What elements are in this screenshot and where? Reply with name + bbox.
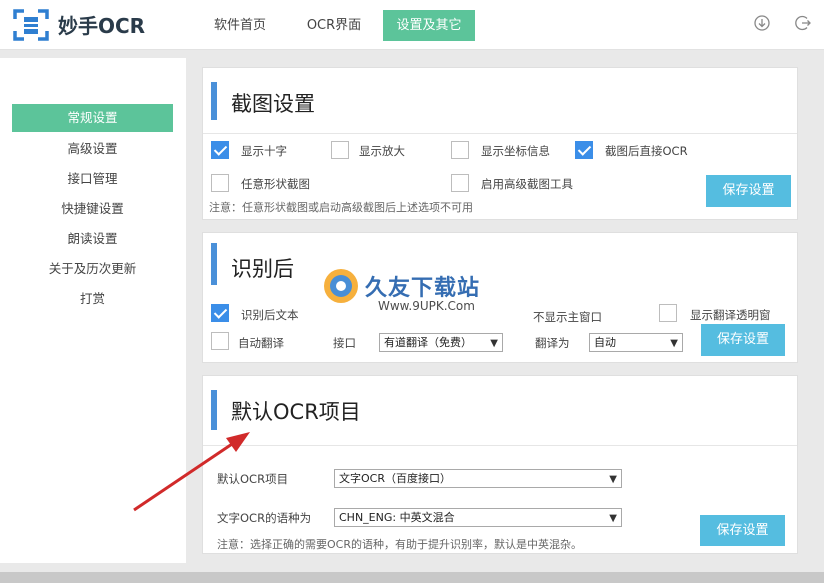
ocr-language-note: 注意：选择正确的需要OCR的语种，有助于提升识别率，默认是中英混杂。 bbox=[217, 538, 582, 551]
show-magnifier-label: 显示放大 bbox=[359, 144, 405, 158]
hide-main-window-label: 不显示主窗口 bbox=[533, 310, 602, 324]
freeform-capture-label: 任意形状截图 bbox=[241, 177, 310, 191]
watermark-logo-icon bbox=[324, 269, 358, 303]
panel-title: 默认OCR项目 bbox=[231, 400, 361, 424]
watermark-text: 久友下载站 bbox=[365, 276, 481, 301]
sidebar-item-reading[interactable]: 朗读设置 bbox=[12, 225, 173, 253]
screenshot-note: 注意：任意形状截图或启动高级截图后上述选项不可用 bbox=[209, 201, 473, 214]
app-logo-icon bbox=[13, 9, 49, 41]
text-after-recognition-label: 识别后文本 bbox=[241, 308, 299, 322]
panel-accent-bar bbox=[211, 243, 217, 285]
translate-to-value: 自动 bbox=[594, 336, 616, 349]
screenshot-settings-panel: 截图设置 显示十字 显示放大 显示坐标信息 截图后直接OCR 任意形状截图 启用… bbox=[202, 67, 798, 220]
translation-interface-select[interactable]: 有道翻译（免费） ▼ bbox=[379, 333, 503, 352]
panel-header: 默认OCR项目 bbox=[203, 376, 797, 446]
show-crosshair-label: 显示十字 bbox=[241, 144, 287, 158]
watermark-url: Www.9UPK.Com bbox=[378, 299, 475, 313]
translate-to-select[interactable]: 自动 ▼ bbox=[589, 333, 683, 352]
sidebar-item-hotkeys[interactable]: 快捷键设置 bbox=[12, 195, 173, 223]
advanced-capture-tool-checkbox[interactable] bbox=[451, 174, 469, 192]
text-after-recognition-checkbox[interactable] bbox=[211, 304, 229, 322]
window-bottom-edge bbox=[0, 572, 824, 583]
panel-header: 截图设置 bbox=[203, 68, 797, 134]
auto-translate-checkbox[interactable] bbox=[211, 332, 229, 350]
top-header: 妙手OCR 软件首页 OCR界面 设置及其它 bbox=[0, 0, 824, 50]
save-ocr-settings-button[interactable]: 保存设置 bbox=[700, 515, 785, 546]
translate-to-label: 翻译为 bbox=[535, 336, 570, 350]
default-ocr-select[interactable]: 文字OCR（百度接口） ▼ bbox=[334, 469, 622, 488]
ocr-language-select[interactable]: CHN_ENG: 中英文混合 ▼ bbox=[334, 508, 622, 527]
chevron-down-icon: ▼ bbox=[609, 513, 617, 524]
show-translation-window-checkbox[interactable] bbox=[659, 304, 677, 322]
show-coordinates-label: 显示坐标信息 bbox=[481, 144, 550, 158]
app-title: 妙手OCR bbox=[58, 14, 146, 38]
chevron-down-icon: ▼ bbox=[670, 338, 678, 349]
sidebar-item-about[interactable]: 关于及历次更新 bbox=[12, 255, 173, 283]
exit-icon[interactable] bbox=[794, 14, 812, 32]
download-icon[interactable] bbox=[753, 14, 771, 32]
annotation-arrow-icon bbox=[133, 432, 250, 512]
save-screenshot-settings-button[interactable]: 保存设置 bbox=[706, 175, 791, 207]
show-magnifier-checkbox[interactable] bbox=[331, 141, 349, 159]
save-after-settings-button[interactable]: 保存设置 bbox=[701, 324, 785, 356]
auto-translate-label: 自动翻译 bbox=[238, 336, 284, 350]
sidebar-item-advanced[interactable]: 高级设置 bbox=[12, 135, 173, 163]
show-crosshair-checkbox[interactable] bbox=[211, 141, 229, 159]
tab-settings[interactable]: 设置及其它 bbox=[383, 10, 475, 41]
panel-title: 识别后 bbox=[231, 257, 294, 281]
interface-label: 接口 bbox=[333, 336, 356, 350]
advanced-capture-tool-label: 启用高级截图工具 bbox=[481, 177, 573, 191]
default-ocr-panel: 默认OCR项目 默认OCR项目 文字OCR（百度接口） ▼ 文字OCR的语种为 … bbox=[202, 375, 798, 554]
ocr-after-capture-checkbox[interactable] bbox=[575, 141, 593, 159]
sidebar-item-donate[interactable]: 打赏 bbox=[12, 285, 173, 313]
site-watermark: 久友下载站 Www.9UPK.Com bbox=[305, 252, 535, 327]
panel-accent-bar bbox=[211, 82, 217, 120]
show-coordinates-checkbox[interactable] bbox=[451, 141, 469, 159]
freeform-capture-checkbox[interactable] bbox=[211, 174, 229, 192]
translation-interface-value: 有道翻译（免费） bbox=[384, 336, 472, 349]
chevron-down-icon: ▼ bbox=[609, 474, 617, 485]
ocr-language-value: CHN_ENG: 中英文混合 bbox=[339, 511, 455, 524]
sidebar-item-interface[interactable]: 接口管理 bbox=[12, 165, 173, 193]
ocr-after-capture-label: 截图后直接OCR bbox=[605, 144, 688, 158]
tab-home[interactable]: 软件首页 bbox=[200, 10, 280, 41]
sidebar-item-general[interactable]: 常规设置 bbox=[12, 104, 173, 132]
default-ocr-value: 文字OCR（百度接口） bbox=[339, 472, 451, 485]
panel-title: 截图设置 bbox=[231, 92, 315, 116]
chevron-down-icon: ▼ bbox=[490, 338, 498, 349]
tab-ocr[interactable]: OCR界面 bbox=[294, 10, 374, 41]
show-translation-window-label: 显示翻译透明窗 bbox=[690, 308, 771, 322]
